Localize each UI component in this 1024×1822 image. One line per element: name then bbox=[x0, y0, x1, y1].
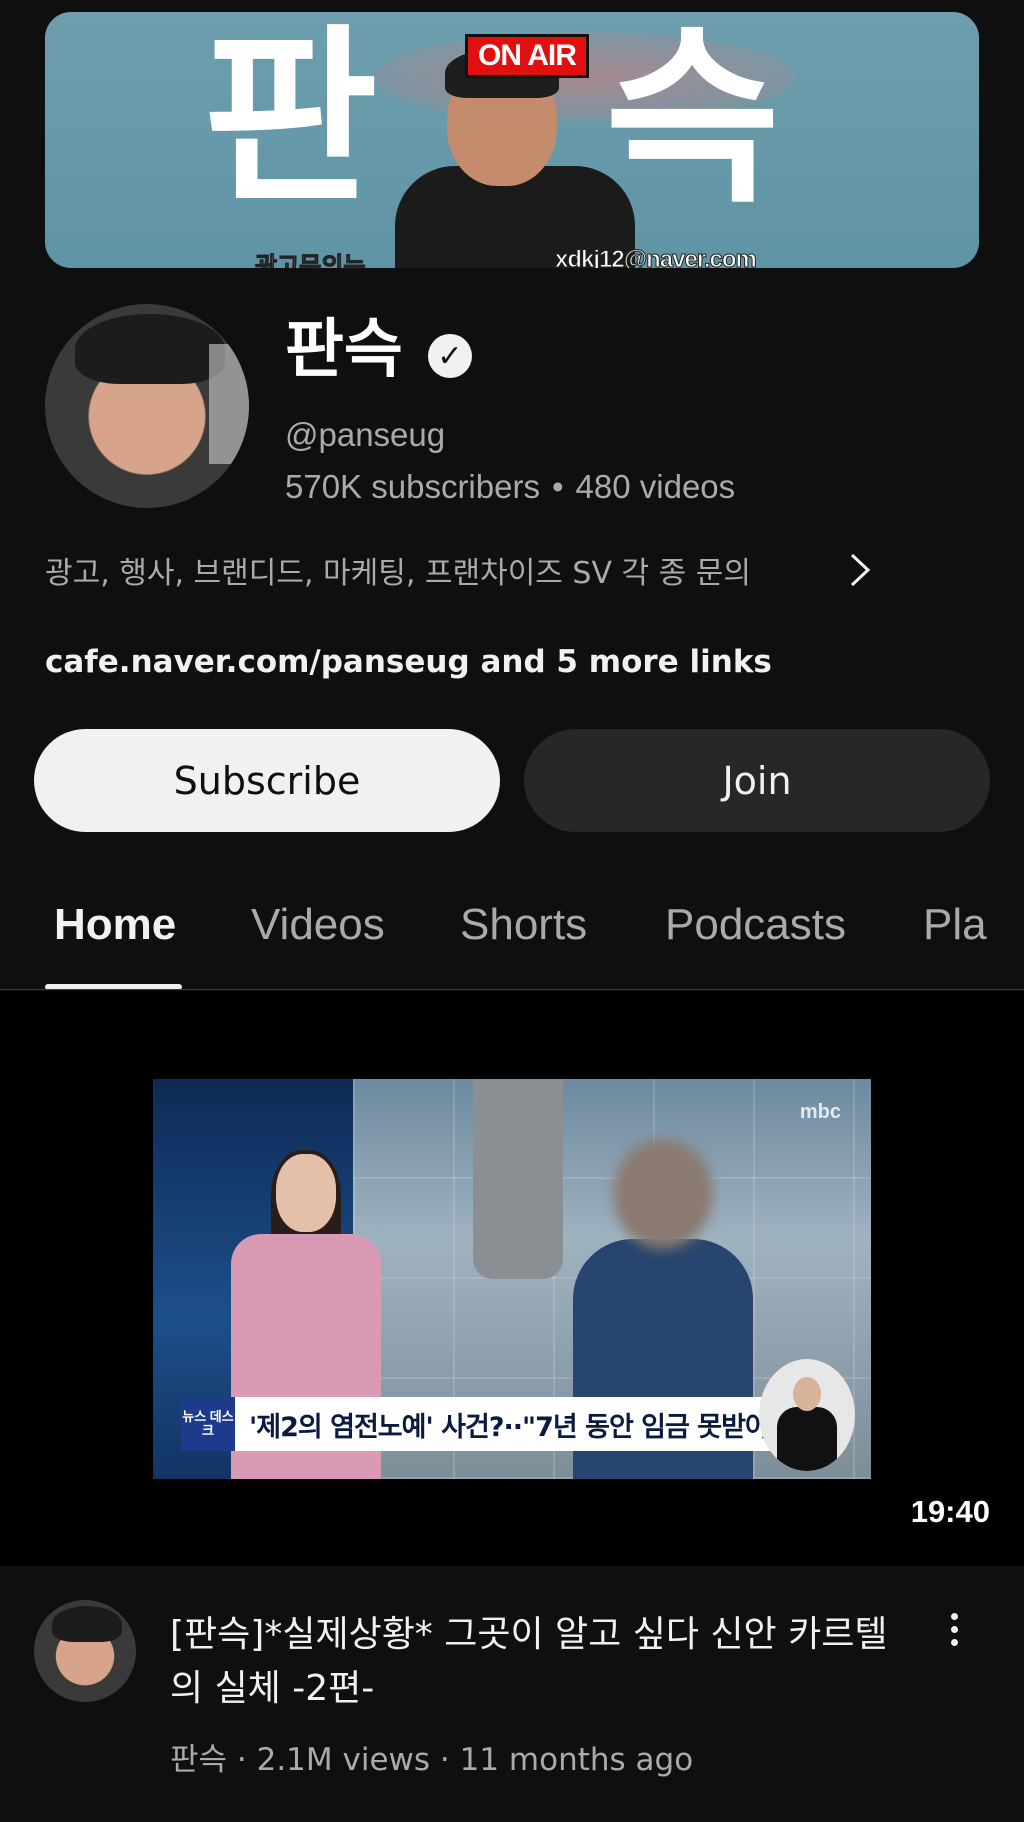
stats-separator: • bbox=[551, 468, 564, 505]
video-count: 480 videos bbox=[575, 468, 736, 505]
signer-face bbox=[793, 1377, 821, 1411]
signer-body bbox=[777, 1407, 837, 1471]
channel-description[interactable]: 광고, 행사, 브랜디드, 마케팅, 프랜차이즈 SV 각 종 문의 bbox=[45, 550, 985, 591]
channel-links[interactable]: cafe.naver.com/panseug and 5 more links bbox=[45, 644, 772, 680]
tab-podcasts[interactable]: Podcasts bbox=[665, 900, 846, 950]
thumb-headline: '제2의 염전노예' 사건?··"7년 동안 임금 못받아" bbox=[249, 1411, 783, 1443]
small-avatar-hair bbox=[52, 1606, 122, 1642]
on-air-badge: ON AIR bbox=[465, 34, 589, 78]
video-title[interactable]: [판슥]*실제상황* 그곳이 알고 싶다 신안 카르텔의 실체 -2편- bbox=[170, 1608, 910, 1716]
chevron-right-icon bbox=[831, 550, 871, 590]
video-thumbnail[interactable]: mbc 뉴스 데스크 '제2의 염전노예' 사건?··"7년 동안 임금 못받아… bbox=[153, 1079, 871, 1479]
thumb-caption-bar: 뉴스 데스크 '제2의 염전노예' 사건?··"7년 동안 임금 못받아" bbox=[181, 1397, 821, 1451]
channel-stats: 570K subscribers • 480 videos bbox=[285, 468, 735, 506]
thumb-legs bbox=[473, 1079, 563, 1279]
banner-contact-email: xdkj12@naver.com bbox=[555, 246, 758, 269]
channel-handle: @panseug bbox=[285, 416, 446, 453]
tab-shorts[interactable]: Shorts bbox=[460, 900, 587, 950]
tab-videos[interactable]: Videos bbox=[251, 900, 385, 950]
verified-check-icon: ✓ bbox=[428, 334, 472, 378]
kebab-dot bbox=[950, 1612, 958, 1620]
channel-description-text: 광고, 행사, 브랜디드, 마케팅, 프랜차이즈 SV 각 종 문의 bbox=[45, 556, 751, 591]
video-channel-avatar[interactable] bbox=[34, 1600, 136, 1702]
channel-avatar[interactable] bbox=[45, 304, 249, 508]
join-button[interactable]: Join bbox=[524, 729, 990, 832]
thumb-channel-logo: mbc bbox=[799, 1101, 841, 1123]
anchor-face bbox=[276, 1154, 336, 1232]
banner-title-left: 판 bbox=[203, 12, 378, 229]
avatar-background bbox=[209, 344, 249, 464]
kebab-dot bbox=[950, 1625, 958, 1633]
tab-playlists[interactable]: Pla bbox=[923, 900, 987, 950]
banner-title-right: 슥 bbox=[605, 12, 780, 229]
channel-name: 판슥 bbox=[285, 313, 403, 387]
avatar-hair bbox=[75, 314, 225, 384]
tab-home[interactable]: Home bbox=[54, 900, 176, 950]
active-tab-indicator bbox=[45, 984, 182, 989]
video-duration: 19:40 bbox=[910, 1494, 990, 1529]
subscriber-count: 570K subscribers bbox=[285, 468, 540, 505]
thumb-worker-blurred-face bbox=[613, 1139, 713, 1249]
channel-banner: 판 슥 ON AIR 광고문의는 xdkj12@naver.com bbox=[45, 12, 979, 268]
banner-ad-label: 광고문의는 bbox=[254, 253, 366, 269]
more-vert-icon[interactable] bbox=[936, 1604, 972, 1654]
kebab-dot bbox=[950, 1638, 958, 1646]
thumb-news-tag: 뉴스 데스크 bbox=[181, 1397, 235, 1451]
video-meta: 판슥 · 2.1M views · 11 months ago bbox=[170, 1742, 694, 1778]
subscribe-button[interactable]: Subscribe bbox=[34, 729, 500, 832]
channel-tabs: Home Videos Shorts Podcasts Pla bbox=[0, 880, 1024, 990]
thumb-sign-language-interpreter bbox=[759, 1359, 855, 1471]
banner-person bbox=[395, 48, 635, 268]
